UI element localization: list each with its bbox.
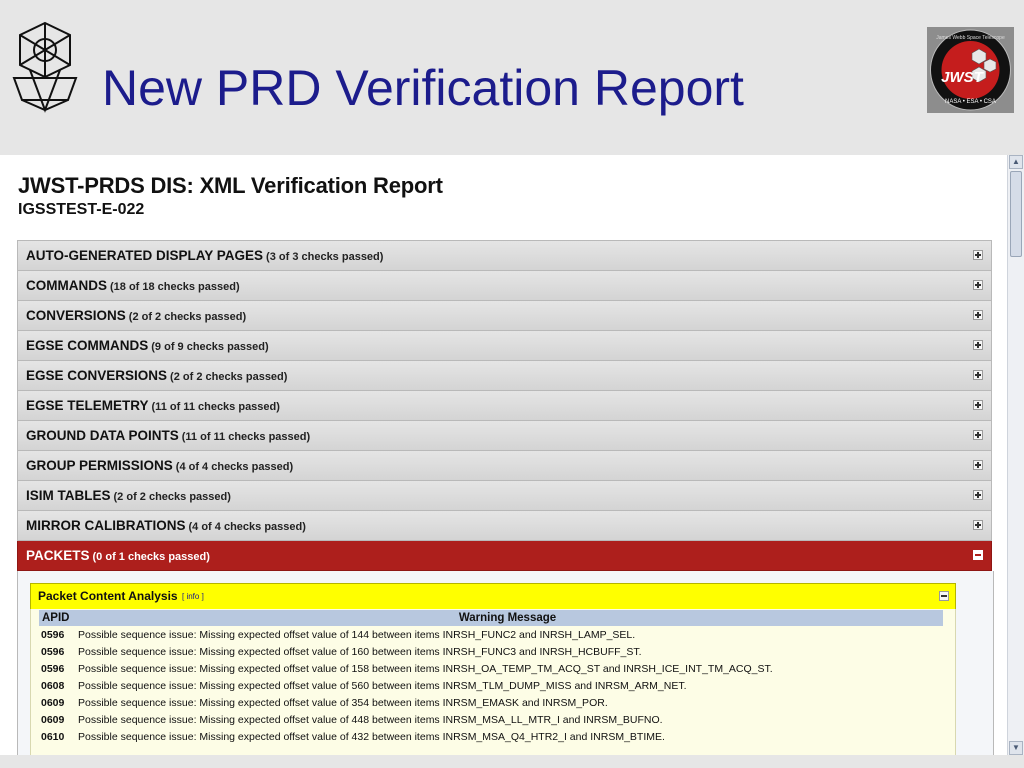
telescope-line-icon xyxy=(12,21,78,113)
section-name: PACKETS xyxy=(26,548,90,563)
section-name: GROUND DATA POINTS xyxy=(26,428,179,443)
section-name: MIRROR CALIBRATIONS xyxy=(26,518,186,533)
packets-section-body: Packet Content Analysis [ info ] APID Wa… xyxy=(17,571,994,755)
section-name: GROUP PERMISSIONS xyxy=(26,458,173,473)
apid-cell: 0609 xyxy=(41,696,65,709)
expand-plus-icon[interactable] xyxy=(973,340,983,350)
apid-cell: 0596 xyxy=(41,645,65,658)
expand-plus-icon[interactable] xyxy=(973,460,983,470)
slide-header: New PRD Verification Report JWST NASA • … xyxy=(0,0,1024,155)
section-name: AUTO-GENERATED DISPLAY PAGES xyxy=(26,248,264,263)
section-conversions[interactable]: CONVERSIONS (2 of 2 checks passed) xyxy=(17,301,992,331)
expand-plus-icon[interactable] xyxy=(973,490,983,500)
section-isim-tables[interactable]: ISIM TABLES (2 of 2 checks passed) xyxy=(17,481,992,511)
expand-plus-icon[interactable] xyxy=(973,400,983,410)
collapse-minus-icon[interactable] xyxy=(973,550,983,560)
info-link[interactable]: [ info ] xyxy=(182,592,204,601)
slide-title: New PRD Verification Report xyxy=(102,60,744,116)
section-name: EGSE COMMANDS xyxy=(26,338,149,353)
apid-cell: 0596 xyxy=(41,662,65,675)
section-name: COMMANDS xyxy=(26,278,107,293)
section-count: (11 of 11 checks passed) xyxy=(181,431,311,443)
expand-plus-icon[interactable] xyxy=(973,280,983,290)
logo-text: JWST xyxy=(941,69,985,86)
collapse-minus-icon[interactable] xyxy=(939,591,949,601)
apid-cell: 0610 xyxy=(41,730,65,743)
expand-plus-icon[interactable] xyxy=(973,430,983,440)
section-ground-data-points[interactable]: GROUND DATA POINTS (11 of 11 checks passe… xyxy=(17,421,992,451)
apid-cell: 0609 xyxy=(41,713,65,726)
report-title: JWST-PRDS DIS: XML Verification Report xyxy=(18,173,443,198)
warning-message-cell: Possible sequence issue: Missing expecte… xyxy=(78,628,636,641)
warning-message-cell: Possible sequence issue: Missing expecte… xyxy=(78,730,665,743)
expand-plus-icon[interactable] xyxy=(973,370,983,380)
apid-cell: 0608 xyxy=(41,679,65,692)
section-count: (11 of 11 checks passed) xyxy=(151,401,280,413)
section-count: (2 of 2 checks passed) xyxy=(128,311,247,323)
packet-content-analysis-header[interactable]: Packet Content Analysis [ info ] xyxy=(30,583,956,610)
section-egse-telemetry[interactable]: EGSE TELEMETRY (11 of 11 checks passed) xyxy=(17,391,992,421)
section-name: EGSE CONVERSIONS xyxy=(26,368,168,383)
scroll-up-icon[interactable]: ▲ xyxy=(1009,155,1023,169)
table-row: 0596 Possible sequence issue: Missing ex… xyxy=(39,660,943,677)
column-header-warning-message: Warning Message xyxy=(72,610,943,626)
warning-table: APID Warning Message 0596 Possible seque… xyxy=(39,610,943,745)
section-mirror-calibrations[interactable]: MIRROR CALIBRATIONS (4 of 4 checks passed… xyxy=(17,511,992,541)
expand-plus-icon[interactable] xyxy=(973,310,983,320)
section-count: (3 of 3 checks passed) xyxy=(266,251,384,263)
warning-message-cell: Possible sequence issue: Missing expecte… xyxy=(78,662,773,675)
report-browser-view: JWST-PRDS DIS: XML Verification Report I… xyxy=(0,155,1024,755)
table-row: 0596 Possible sequence issue: Missing ex… xyxy=(39,643,943,660)
scroll-down-icon[interactable]: ▼ xyxy=(1009,741,1023,755)
scrollbar-thumb[interactable] xyxy=(1010,171,1022,257)
expand-plus-icon[interactable] xyxy=(973,250,983,260)
warning-message-cell: Possible sequence issue: Missing expecte… xyxy=(78,713,663,726)
section-count: (4 of 4 checks passed) xyxy=(188,521,306,533)
apid-cell: 0596 xyxy=(41,628,65,641)
section-count: (4 of 4 checks passed) xyxy=(175,461,294,473)
warning-message-cell: Possible sequence issue: Missing expecte… xyxy=(78,679,687,692)
logo-agencies: NASA • ESA • CSA xyxy=(945,99,996,105)
verification-sections: AUTO-GENERATED DISPLAY PAGES (3 of 3 chec… xyxy=(17,240,994,755)
table-row: 0596 Possible sequence issue: Missing ex… xyxy=(39,626,943,643)
column-header-apid: APID xyxy=(39,610,72,626)
section-count: (9 of 9 checks passed) xyxy=(151,341,269,353)
section-group-permissions[interactable]: GROUP PERMISSIONS (4 of 4 checks passed) xyxy=(17,451,992,481)
section-count: (18 of 18 checks passed) xyxy=(110,281,240,293)
expand-plus-icon[interactable] xyxy=(973,520,983,530)
warning-list-panel: APID Warning Message 0596 Possible seque… xyxy=(30,609,956,755)
report-id: IGSSTEST-E-022 xyxy=(18,201,145,218)
table-row: 0609 Possible sequence issue: Missing ex… xyxy=(39,694,943,711)
section-name: EGSE TELEMETRY xyxy=(26,398,149,413)
section-packets[interactable]: PACKETS (0 of 1 checks passed) xyxy=(17,541,992,571)
section-commands[interactable]: COMMANDS (18 of 18 checks passed) xyxy=(17,271,992,301)
section-name: CONVERSIONS xyxy=(26,308,126,323)
table-row: 0610 Possible sequence issue: Missing ex… xyxy=(39,728,943,745)
section-count: (0 of 1 checks passed) xyxy=(92,551,210,563)
table-row: 0609 Possible sequence issue: Missing ex… xyxy=(39,711,943,728)
logo-ring-text: James Webb Space Telescope xyxy=(936,35,1005,41)
jwst-logo: JWST NASA • ESA • CSA James Webb Space T… xyxy=(927,27,1014,113)
packet-content-analysis-title: Packet Content Analysis xyxy=(38,589,178,603)
section-count: (2 of 2 checks passed) xyxy=(170,371,288,383)
section-auto-generated-display-pages[interactable]: AUTO-GENERATED DISPLAY PAGES (3 of 3 chec… xyxy=(17,240,992,271)
table-row: 0608 Possible sequence issue: Missing ex… xyxy=(39,677,943,694)
vertical-scrollbar[interactable]: ▲ ▼ xyxy=(1007,155,1024,755)
section-name: ISIM TABLES xyxy=(26,488,111,503)
section-egse-conversions[interactable]: EGSE CONVERSIONS (2 of 2 checks passed) xyxy=(17,361,992,391)
section-egse-commands[interactable]: EGSE COMMANDS (9 of 9 checks passed) xyxy=(17,331,992,361)
table-header-row: APID Warning Message xyxy=(39,610,943,626)
warning-message-cell: Possible sequence issue: Missing expecte… xyxy=(78,696,608,709)
section-count: (2 of 2 checks passed) xyxy=(113,491,231,503)
warning-message-cell: Possible sequence issue: Missing expecte… xyxy=(78,645,642,658)
